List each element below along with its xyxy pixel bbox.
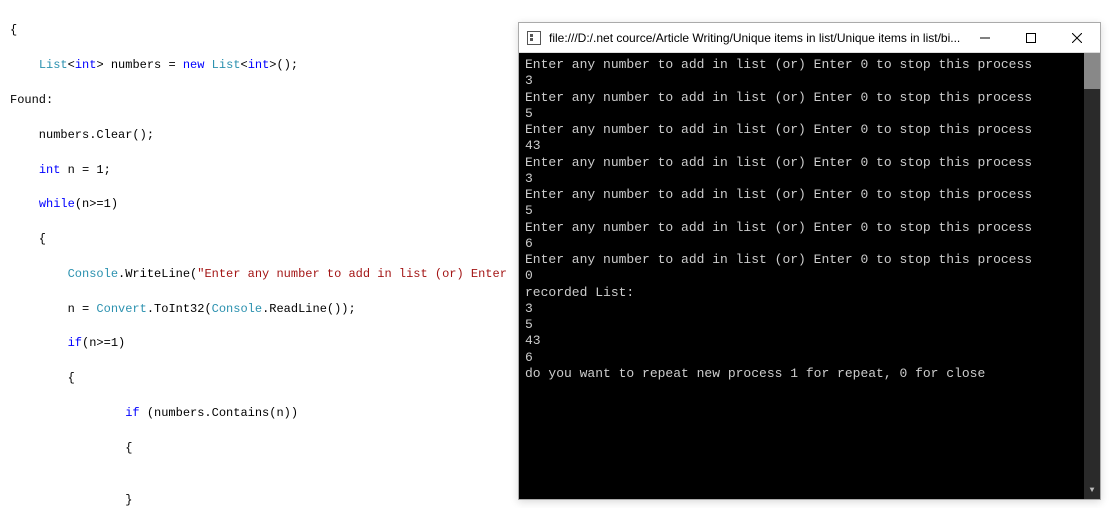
console-line: 3 <box>525 171 1094 187</box>
console-line: 43 <box>525 333 1094 349</box>
console-line: Enter any number to add in list (or) Ent… <box>525 220 1094 236</box>
titlebar[interactable]: file:///D:/.net cource/Article Writing/U… <box>519 23 1100 53</box>
console-line: 3 <box>525 301 1094 317</box>
console-line: Enter any number to add in list (or) Ent… <box>525 155 1094 171</box>
code-editor[interactable]: { List<int> numbers = new List<int>(); F… <box>0 0 510 508</box>
code-line: if(n>=1) <box>10 335 510 352</box>
console-line: Enter any number to add in list (or) Ent… <box>525 122 1094 138</box>
console-line: Enter any number to add in list (or) Ent… <box>525 187 1094 203</box>
scroll-down-icon[interactable]: ▼ <box>1084 483 1100 499</box>
code-line: if (numbers.Contains(n)) <box>10 405 510 422</box>
code-line: Console.WriteLine("Enter any number to a… <box>10 266 510 283</box>
console-line: Enter any number to add in list (or) Ent… <box>525 57 1094 73</box>
console-line: 6 <box>525 350 1094 366</box>
console-line: 5 <box>525 106 1094 122</box>
scrollbar[interactable]: ▲ ▼ <box>1084 53 1100 499</box>
console-output[interactable]: Enter any number to add in list (or) Ent… <box>519 53 1100 499</box>
maximize-button[interactable] <box>1008 23 1054 53</box>
window-title: file:///D:/.net cource/Article Writing/U… <box>549 31 962 45</box>
scroll-thumb[interactable] <box>1084 53 1100 89</box>
code-line: while(n>=1) <box>10 196 510 213</box>
console-window: file:///D:/.net cource/Article Writing/U… <box>518 22 1101 500</box>
console-line: do you want to repeat new process 1 for … <box>525 366 1094 382</box>
console-line: Enter any number to add in list (or) Ent… <box>525 90 1094 106</box>
code-line: n = Convert.ToInt32(Console.ReadLine()); <box>10 301 510 318</box>
code-line: numbers.Clear(); <box>10 127 510 144</box>
code-line: { <box>10 231 510 248</box>
code-line: } <box>10 492 510 508</box>
code-line: List<int> numbers = new List<int>(); <box>10 57 510 74</box>
code-line: int n = 1; <box>10 162 510 179</box>
console-line: 5 <box>525 317 1094 333</box>
console-line: 5 <box>525 203 1094 219</box>
close-button[interactable] <box>1054 23 1100 53</box>
code-line: { <box>10 22 510 39</box>
console-icon <box>527 31 541 45</box>
minimize-button[interactable] <box>962 23 1008 53</box>
console-line: 43 <box>525 138 1094 154</box>
code-line: { <box>10 370 510 387</box>
console-line: 0 <box>525 268 1094 284</box>
console-line: 3 <box>525 73 1094 89</box>
console-line: recorded List: <box>525 285 1094 301</box>
code-line: { <box>10 440 510 457</box>
console-line: Enter any number to add in list (or) Ent… <box>525 252 1094 268</box>
console-line: 6 <box>525 236 1094 252</box>
code-line: Found: <box>10 92 510 109</box>
